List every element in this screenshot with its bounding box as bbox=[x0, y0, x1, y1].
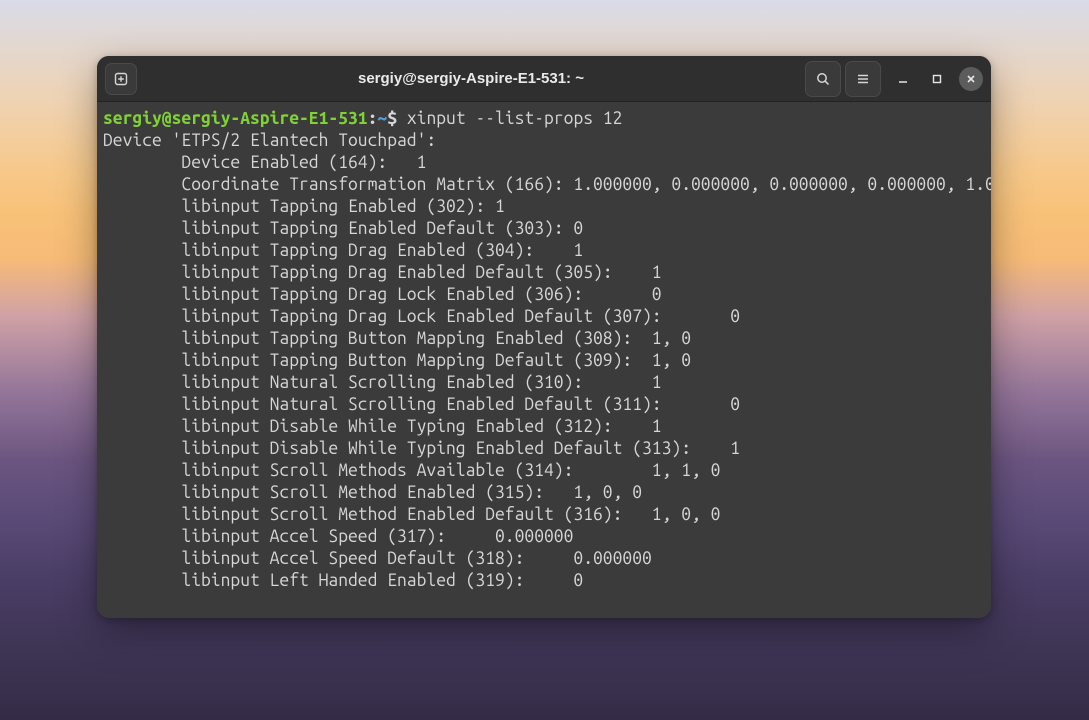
command-text: xinput --list-props 12 bbox=[407, 109, 623, 128]
menu-button[interactable] bbox=[845, 61, 881, 97]
new-tab-icon bbox=[113, 71, 129, 87]
prompt-separator: : bbox=[368, 109, 378, 128]
prompt-user-host: sergiy@sergiy-Aspire-E1-531 bbox=[103, 109, 368, 128]
maximize-icon bbox=[931, 73, 943, 85]
hamburger-icon bbox=[855, 71, 871, 87]
command-output: Device 'ETPS/2 Elantech Touchpad': Devic… bbox=[103, 131, 991, 590]
terminal-viewport[interactable]: sergiy@sergiy-Aspire-E1-531:~$ xinput --… bbox=[97, 102, 991, 618]
close-icon bbox=[965, 73, 977, 85]
search-button[interactable] bbox=[805, 61, 841, 97]
minimize-icon bbox=[897, 73, 909, 85]
new-tab-button[interactable] bbox=[105, 63, 137, 95]
search-icon bbox=[815, 71, 831, 87]
window-title: sergiy@sergiy-Aspire-E1-531: ~ bbox=[137, 70, 805, 87]
close-button[interactable] bbox=[959, 67, 983, 91]
titlebar: sergiy@sergiy-Aspire-E1-531: ~ bbox=[97, 56, 991, 102]
minimize-button[interactable] bbox=[891, 67, 915, 91]
prompt-path: ~ bbox=[377, 109, 387, 128]
prompt-dollar: $ bbox=[387, 109, 397, 128]
maximize-button[interactable] bbox=[925, 67, 949, 91]
terminal-window: sergiy@sergiy-Aspire-E1-531: ~ bbox=[97, 56, 991, 618]
